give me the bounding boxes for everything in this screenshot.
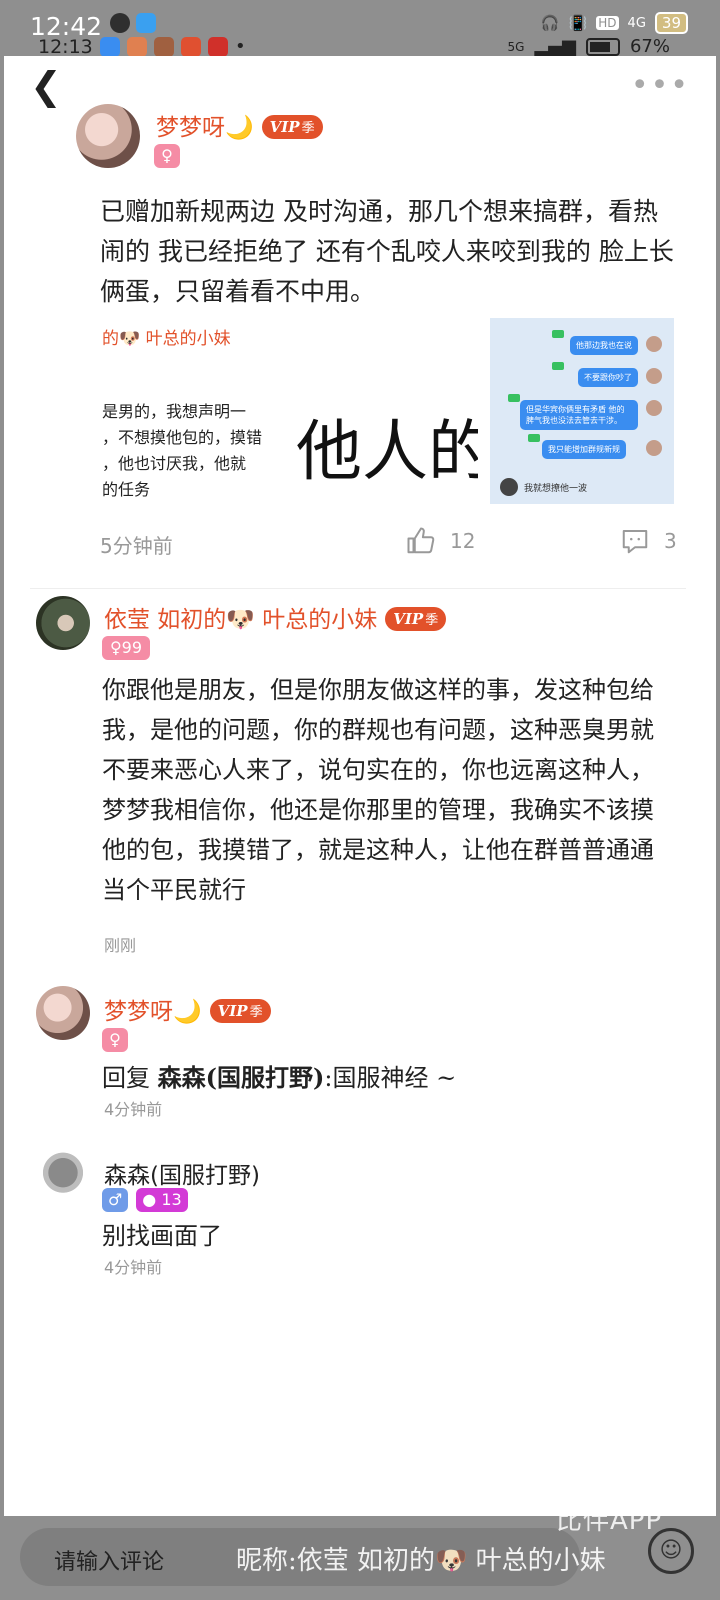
avatar[interactable] [36, 596, 90, 650]
image-text-line: 的任务 [102, 480, 151, 499]
avatar[interactable] [36, 1150, 90, 1204]
comment-text: 你跟他是朋友，但是你朋友做这样的事，发这种包给我，是他的问题，你的群规也有问题，… [102, 676, 654, 904]
image-text-line: ，不想摸他包的，摸错 [102, 428, 263, 447]
comment-time: 4分钟前 [104, 1100, 163, 1119]
gender-badge: ♀ [102, 1028, 128, 1052]
post-time: 5分钟前 [100, 534, 173, 558]
reply-target[interactable]: 森森(国服打野) [158, 1063, 325, 1092]
vip-season: 季 [249, 1005, 263, 1020]
comment-time: 刚刚 [104, 936, 137, 955]
status-right: 🎧 📳 HD 4G 39 [541, 12, 688, 34]
app-icon [100, 37, 120, 57]
comment-time: 4分钟前 [104, 1258, 163, 1277]
chat-tag [528, 434, 540, 442]
chat-bubble: 不要跟你吵了 [578, 368, 638, 387]
image-text-line: ，他也讨厌我，他就 [102, 454, 247, 473]
divider [30, 588, 686, 589]
status-right-secondary: 5G ▂▄▆ 67% [508, 36, 670, 57]
chat-bubble: 但是华宾你俩里有矛盾 他的脾气我也没法去管去干涉。 [520, 400, 638, 430]
like-button[interactable]: 12 [406, 526, 475, 556]
comment-reply: 回复 森森(国服打野):国服神经 ~ [102, 1058, 662, 1098]
chat-footer: 我就想撩他一波 [500, 478, 587, 496]
vip-badge: VIP 季 [385, 607, 447, 631]
battery-icon: 39 [654, 12, 688, 34]
image-title: 的🐶 叶总的小妹 [102, 329, 231, 349]
status-bar: 12:42 12:13 • 🎧 📳 HD 4G 39 5G ▂▄▆ 67% [0, 0, 720, 58]
vibrate-icon: 📳 [568, 14, 588, 32]
chat-footer-text: 我就想撩他一波 [524, 483, 588, 494]
chat-bubble: 他那边我也在说 [570, 336, 638, 355]
vip-label: VIP [217, 1002, 248, 1020]
app-icon [127, 37, 147, 57]
vip-badge: VIP 季 [209, 999, 271, 1023]
comment-icon [622, 530, 648, 554]
more-dot-icon: • [235, 36, 246, 57]
reply-prefix: 回复 [102, 1064, 158, 1092]
comment-author[interactable]: 梦梦呀🌙 VIP 季 [104, 992, 271, 1026]
comment-text: 别找画面了 [102, 1222, 222, 1250]
chat-avatar [646, 336, 662, 352]
back-button[interactable]: ❮ [30, 64, 62, 108]
status-time-secondary: 12:13 [38, 36, 93, 58]
post-author[interactable]: 梦梦呀🌙 VIP 季 [156, 108, 323, 142]
chat-avatar [646, 440, 662, 456]
comment-button[interactable]: 3 [620, 526, 677, 556]
chat-bubble: 我只能增加群规新规 [542, 440, 626, 459]
app-icon [154, 37, 174, 57]
signal-icon: ▂▄▆ [534, 36, 576, 57]
gender-badge: ♀99 [102, 636, 150, 660]
thumbs-up-icon [407, 527, 435, 554]
network-label: 4G [627, 15, 646, 31]
chat-footer-avatar [500, 478, 518, 496]
image-text-line: 是男的，我想声明一 [102, 402, 247, 421]
avatar[interactable] [36, 986, 90, 1040]
like-count: 12 [450, 529, 476, 553]
more-options-button[interactable]: ••• [631, 68, 690, 103]
comment-author[interactable]: 依莹 如初的🐶 叶总的小妹 VIP 季 [104, 600, 447, 634]
notification-icons-secondary: • [100, 37, 246, 57]
post-image-3[interactable]: 他那边我也在说 不要跟你吵了 但是华宾你俩里有矛盾 他的脾气我也没法去管去干涉。… [490, 318, 674, 504]
battery-icon-secondary [585, 37, 620, 56]
vip-label: VIP [269, 118, 300, 136]
author-name: 依莹 如初的🐶 叶总的小妹 [104, 607, 378, 633]
post-text: 已赠加新规两边 及时沟通，那几个想来搞群，看热闹的 我已经拒绝了 还有个乱咬人来… [100, 197, 674, 306]
post-image-1[interactable]: 的🐶 叶总的小妹 是男的，我想声明一 ，不想摸他包的，摸错 ，他也讨厌我，他就 … [102, 318, 288, 504]
vip-label: VIP [393, 610, 424, 628]
battery-percent: 67% [629, 36, 670, 57]
app-icon [208, 37, 228, 57]
author-name: 梦梦呀🌙 [156, 115, 254, 141]
reply-text: :国服神经 ~ [324, 1064, 457, 1092]
app-icon [181, 37, 201, 57]
chat-tag [508, 394, 520, 402]
headset-icon: 🎧 [540, 14, 560, 32]
chat-tag [552, 330, 564, 338]
chat-avatar [646, 400, 662, 416]
level-badge: ● 13 [136, 1188, 188, 1212]
comment-author[interactable]: 森森(国服打野) [104, 1156, 260, 1190]
network-5g-label: 5G [507, 39, 525, 54]
notification-icons [110, 13, 156, 33]
vip-badge: VIP 季 [261, 115, 323, 139]
chat-avatar [646, 368, 662, 384]
vip-season: 季 [301, 121, 315, 136]
watermark-nickname: 昵称:依莹 如初的🐶 叶总的小妹 [236, 1546, 606, 1576]
app-icon [136, 13, 156, 33]
level-number: 13 [161, 1190, 182, 1209]
hd-label: HD [596, 16, 619, 30]
gender-badge: ♀ [154, 144, 180, 168]
image-big-text: 他人的 [296, 413, 478, 490]
vip-season: 季 [425, 613, 439, 628]
comment-count: 3 [664, 529, 677, 553]
avatar[interactable] [76, 104, 140, 168]
gender-badge: ♂ [102, 1188, 128, 1212]
author-name: 梦梦呀🌙 [104, 999, 202, 1025]
comment-input-placeholder: 请输入评论 [54, 1550, 165, 1575]
chat-tag [552, 362, 564, 370]
post-image-2[interactable]: 他人的 [288, 318, 478, 504]
app-icon [110, 13, 130, 33]
watermark-app: 比伴APP [556, 1506, 663, 1536]
